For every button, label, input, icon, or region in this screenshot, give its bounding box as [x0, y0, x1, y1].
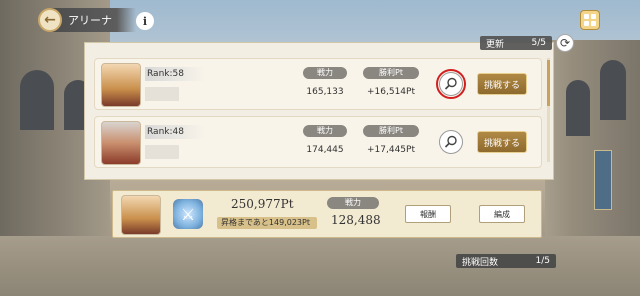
background-arch	[566, 80, 590, 136]
menu-button[interactable]	[580, 10, 600, 30]
challenge-button[interactable]: 挑戦する	[477, 131, 527, 153]
player-status-panel: ⚔ 250,977Pt 昇格まであと149,023Pt 戦力 128,488 報…	[112, 190, 542, 238]
opponent-portrait	[101, 121, 141, 165]
opponent-row: Rank:58 戦力 165,133 勝利Pt +16,514Pt 挑戦する	[94, 58, 542, 110]
refresh-icon: ⟳	[559, 36, 571, 50]
scrollbar-thumb[interactable]	[547, 60, 550, 106]
opponent-row: Rank:48 戦力 174,445 勝利Pt +17,445Pt 挑戦する	[94, 116, 542, 168]
magnifier-icon	[444, 135, 457, 148]
opponent-rank: Rank:48	[145, 125, 205, 139]
update-count: 5/5	[531, 38, 546, 48]
magnifier-icon	[444, 77, 457, 90]
player-power-value: 128,488	[331, 213, 381, 227]
challenge-button[interactable]: 挑戦する	[477, 73, 527, 95]
reward-label: 勝利Pt	[363, 67, 419, 79]
opponent-name	[145, 145, 179, 159]
arrow-left-icon: ←	[44, 12, 56, 28]
opponent-name	[145, 87, 179, 101]
power-value: 174,445	[306, 145, 344, 155]
promotion-remaining: 昇格まであと149,023Pt	[217, 217, 317, 229]
player-power-label: 戦力	[327, 197, 379, 209]
refresh-button[interactable]: ⟳	[556, 34, 574, 52]
opponent-portrait	[101, 63, 141, 107]
opponent-rank: Rank:58	[145, 67, 205, 81]
challenge-count-value: 1/5	[535, 256, 550, 266]
update-label: 更新	[486, 39, 505, 50]
reward-value: +16,514Pt	[367, 87, 415, 97]
inspect-button[interactable]	[439, 130, 463, 154]
rank-emblem-icon: ⚔	[173, 199, 203, 229]
background-arch	[20, 70, 54, 130]
power-label: 戦力	[303, 125, 347, 137]
formation-button[interactable]: 編成	[479, 205, 525, 223]
challenge-count-label: 挑戦回数	[462, 257, 499, 268]
background-banner	[594, 150, 612, 210]
background-arch	[600, 60, 626, 120]
page-title: アリーナ	[68, 14, 112, 27]
grid-menu-icon	[584, 14, 589, 19]
inspect-button[interactable]	[436, 69, 466, 99]
info-button[interactable]: i	[136, 12, 154, 30]
update-counter: 更新 5/5	[480, 36, 552, 50]
reward-label: 勝利Pt	[363, 125, 419, 137]
info-icon: i	[142, 14, 148, 28]
reward-button[interactable]: 報酬	[405, 205, 451, 223]
reward-value: +17,445Pt	[367, 145, 415, 155]
power-label: 戦力	[303, 67, 347, 79]
back-button[interactable]: ←	[38, 8, 62, 32]
player-portrait	[121, 195, 161, 235]
player-score: 250,977Pt	[231, 197, 294, 211]
power-value: 165,133	[306, 87, 344, 97]
challenge-count: 挑戦回数 1/5	[456, 254, 556, 268]
